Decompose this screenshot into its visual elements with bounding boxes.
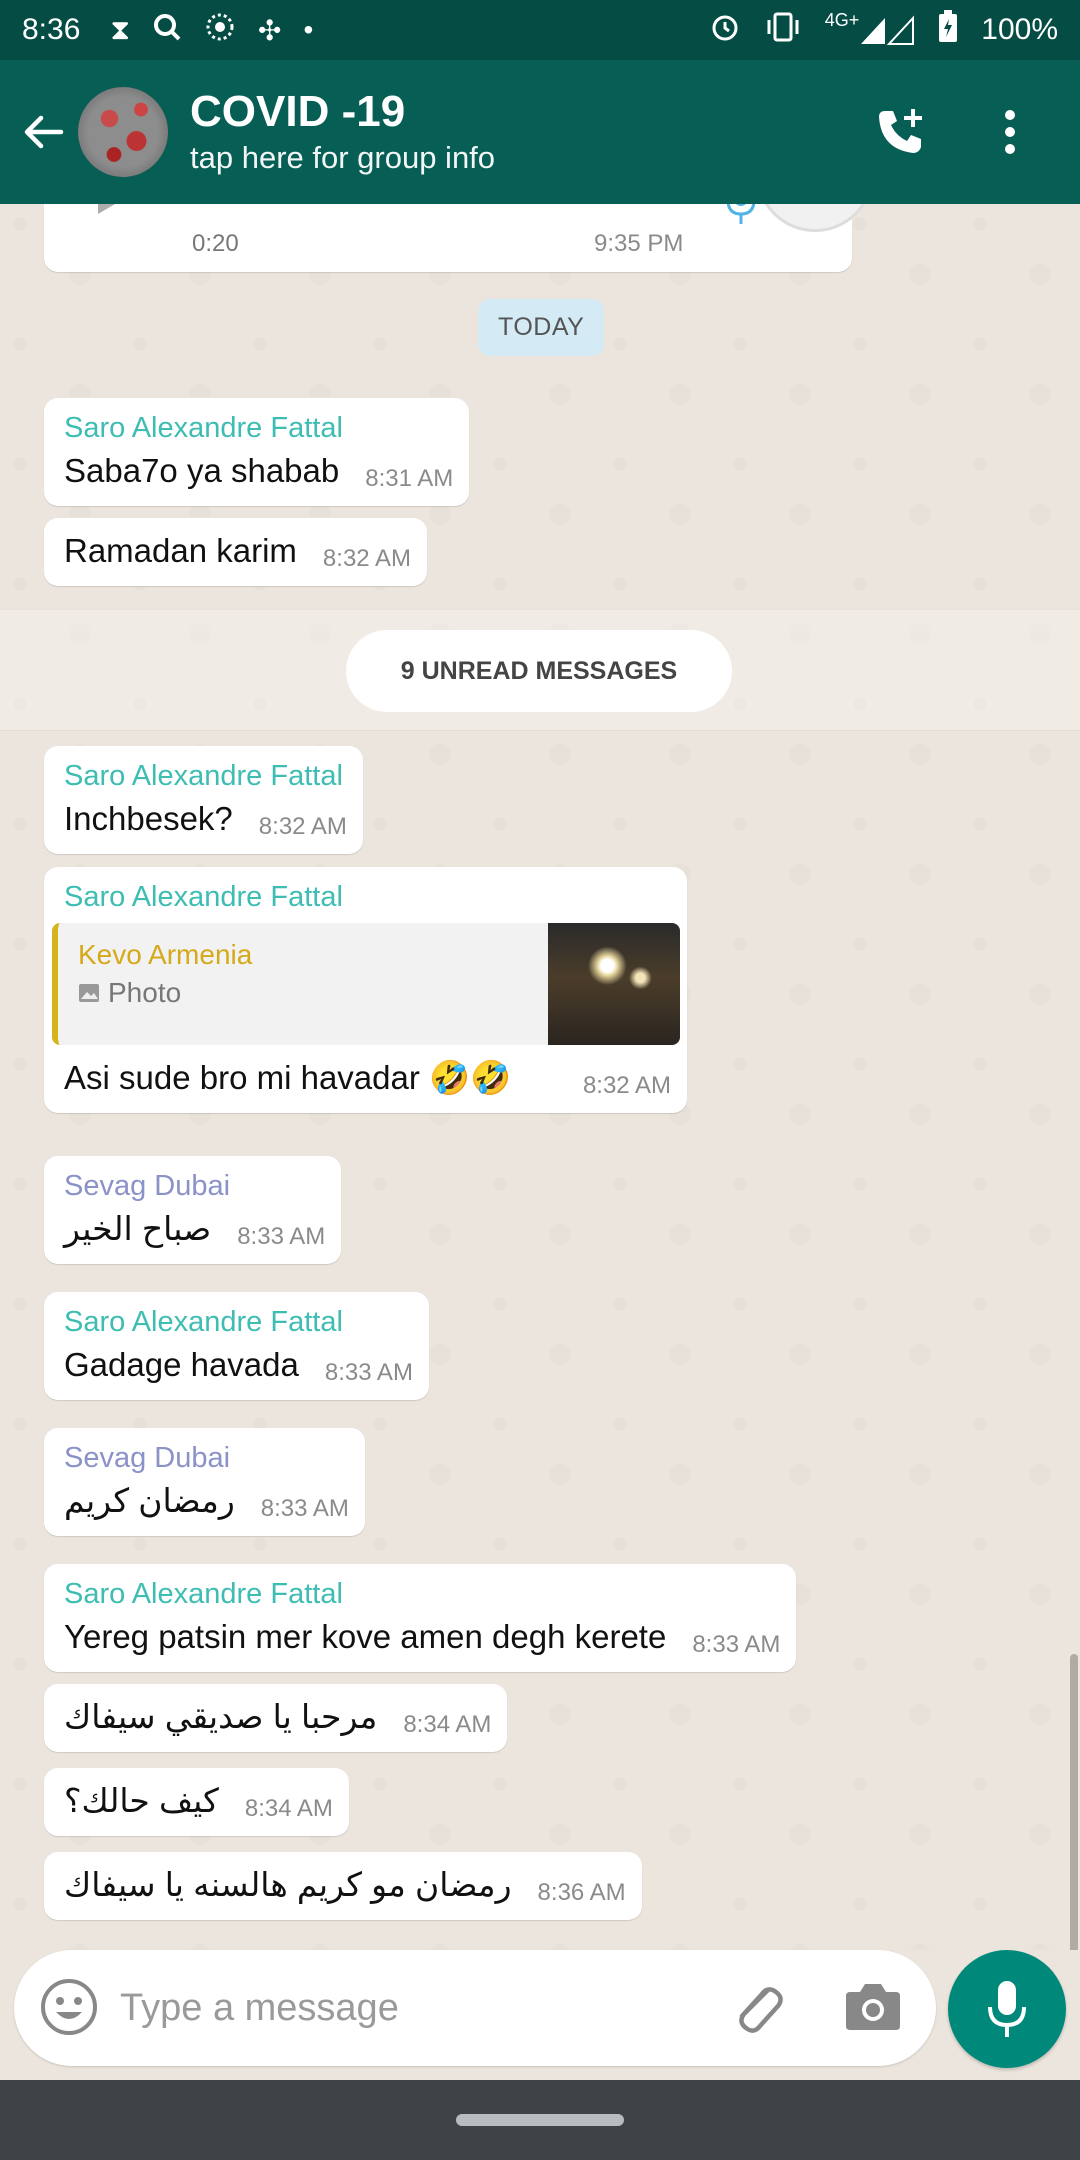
unread-messages-label: 9 UNREAD MESSAGES: [346, 630, 732, 712]
message-bubble[interactable]: Saro Alexandre Fattal Kevo Armenia Photo…: [44, 867, 687, 1113]
dotted-circle-icon: [204, 11, 236, 50]
message-bubble[interactable]: رمضان مو كريم هالسنه يا سيفاك 8:36 AM: [44, 1852, 642, 1920]
group-subtitle: tap here for group info: [190, 140, 496, 175]
message-time: 8:34 AM: [244, 1795, 333, 1822]
camera-icon: [846, 1984, 900, 2030]
message-bubble[interactable]: Sevag Dubai رمضان كريم 8:33 AM: [44, 1428, 365, 1536]
emoji-button[interactable]: [38, 1976, 100, 2043]
chat-header: COVID -19 tap here for group info: [0, 60, 1080, 204]
network-type: 4G+: [824, 9, 860, 30]
message-time: 8:33 AM: [692, 1631, 781, 1658]
message-text: Inchbesek?: [64, 800, 233, 837]
message-time: 8:34 AM: [403, 1711, 492, 1738]
sender-name[interactable]: Saro Alexandre Fattal: [64, 756, 347, 796]
message-bubble[interactable]: كيف حالك؟ 8:34 AM: [44, 1768, 349, 1836]
more-options-button[interactable]: [970, 92, 1050, 172]
message-time: 8:36 AM: [537, 1879, 626, 1906]
message-bubble[interactable]: Saro Alexandre Fattal Yereg patsin mer k…: [44, 1564, 797, 1672]
composer: [0, 1950, 1080, 2080]
sender-name[interactable]: Saro Alexandre Fattal: [64, 877, 671, 917]
search-icon: [152, 12, 182, 49]
message-bubble[interactable]: Ramadan karim 8:32 AM: [44, 518, 427, 586]
message-text: رمضان مو كريم هالسنه يا سيفاك: [64, 1866, 512, 1903]
voice-record-button[interactable]: [948, 1950, 1066, 2068]
date-divider: TODAY: [478, 299, 605, 356]
mic-icon: [726, 204, 756, 224]
message-bubble[interactable]: Saro Alexandre Fattal Inchbesek? 8:32 AM: [44, 746, 363, 854]
back-button[interactable]: [8, 97, 78, 167]
emoji-icon: [41, 1979, 97, 2035]
message-bubble[interactable]: Saro Alexandre Fattal Gadage havada 8:33…: [44, 1292, 429, 1400]
message-input-box: [14, 1950, 936, 2066]
quoted-message[interactable]: Kevo Armenia Photo: [52, 923, 680, 1045]
group-avatar[interactable]: [78, 87, 168, 177]
status-time: 8:36: [22, 13, 81, 46]
message-bubble[interactable]: مرحبا يا صديقي سيفاك 8:34 AM: [44, 1684, 508, 1752]
audio-duration: 0:20: [192, 230, 239, 257]
message-text: مرحبا يا صديقي سيفاك: [64, 1698, 378, 1735]
message-text: Gadage havada: [64, 1346, 299, 1383]
hourglass-icon: ⧗: [110, 13, 131, 45]
message-bubble[interactable]: Saro Alexandre Fattal Saba7o ya shabab 8…: [44, 398, 470, 506]
message-time: 8:33 AM: [324, 1359, 413, 1386]
sender-name[interactable]: Sevag Dubai: [64, 1438, 349, 1478]
play-icon[interactable]: [98, 204, 132, 214]
scrollbar[interactable]: [1070, 1654, 1078, 1950]
photo-icon: [79, 984, 99, 1002]
pinwheel-icon: ✣: [258, 14, 282, 46]
quoted-type: Photo: [108, 977, 182, 1008]
group-info[interactable]: COVID -19 tap here for group info: [190, 86, 860, 178]
message-bubble[interactable]: Sevag Dubai صباح الخير 8:33 AM: [44, 1156, 342, 1264]
message-time: 8:33 AM: [260, 1495, 349, 1522]
quoted-sender: Kevo Armenia: [78, 939, 253, 970]
sender-name[interactable]: Saro Alexandre Fattal: [64, 1302, 413, 1342]
attach-button[interactable]: [724, 1976, 788, 2045]
message-text: Ramadan karim: [64, 532, 297, 569]
alarm-icon: [709, 11, 741, 50]
message-text: Asi sude bro mi havadar 🤣🤣: [64, 1059, 512, 1096]
message-time: 8:32 AM: [258, 813, 347, 840]
photo-thumbnail: [548, 923, 680, 1045]
battery-percent: 100%: [981, 13, 1058, 46]
message-text: Yereg patsin mer kove amen degh kerete: [64, 1618, 667, 1655]
message-text: رمضان كريم: [64, 1482, 235, 1519]
dot-icon: •: [303, 14, 314, 45]
mic-icon: [988, 1981, 1026, 2037]
more-vert-icon: [1005, 110, 1015, 154]
sender-name[interactable]: Saro Alexandre Fattal: [64, 408, 453, 448]
group-title: COVID -19: [190, 87, 406, 136]
sender-name[interactable]: Saro Alexandre Fattal: [64, 1574, 780, 1614]
add-call-icon: [879, 109, 922, 153]
signal-icon: 4G+: [825, 10, 916, 46]
add-call-button[interactable]: [860, 92, 940, 172]
status-bar: 8:36 ⧗ ✣ • 4G+ 100%: [0, 0, 1080, 60]
message-time: 9:35 PM: [594, 230, 684, 257]
message-time: 8:32 AM: [582, 1072, 671, 1099]
message-text: كيف حالك؟: [64, 1782, 219, 1819]
vibrate-icon: [763, 11, 803, 50]
system-nav-bar: [0, 2080, 1080, 2160]
back-arrow-icon: [24, 115, 64, 149]
message-text: صباح الخير: [64, 1210, 212, 1247]
sender-name[interactable]: Sevag Dubai: [64, 1166, 325, 1206]
message-time: 8:33 AM: [237, 1223, 326, 1250]
message-time: 8:31 AM: [365, 465, 454, 492]
camera-button[interactable]: [844, 1980, 902, 2037]
home-gesture-handle[interactable]: [456, 2114, 624, 2126]
message-text: Saba7o ya shabab: [64, 452, 340, 489]
message-time: 8:32 AM: [322, 545, 411, 572]
audio-message[interactable]: 0:20 9:35 PM: [44, 204, 874, 272]
sender-avatar: [756, 204, 874, 232]
chat-area[interactable]: 0:20 9:35 PM TODAY Saro Alexandre Fattal…: [0, 204, 1080, 1950]
battery-icon: [937, 9, 959, 51]
attach-icon: [739, 1987, 783, 2033]
message-input[interactable]: [120, 1978, 700, 2038]
